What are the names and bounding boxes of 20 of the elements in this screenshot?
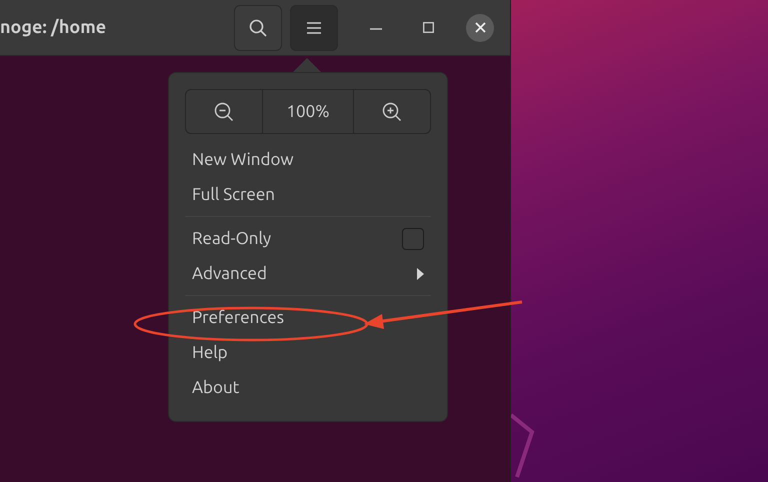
menu-button[interactable] — [290, 4, 338, 50]
zoom-out-icon — [214, 102, 234, 122]
menu-item[interactable]: Advanced — [192, 260, 267, 286]
menu-item[interactable]: About — [185, 370, 431, 405]
close-icon — [474, 22, 486, 33]
window-title: noge: /home — [0, 16, 106, 39]
checkbox[interactable] — [402, 228, 424, 250]
menu-item[interactable]: Read-Only — [192, 226, 272, 252]
menu-item[interactable]: New Window — [185, 142, 431, 177]
submenu-arrow-icon — [417, 268, 424, 280]
search-icon — [249, 18, 267, 36]
close-button[interactable] — [466, 14, 494, 42]
zoom-in-icon — [382, 102, 402, 122]
maximize-icon — [422, 22, 434, 33]
menu-item[interactable]: Full Screen — [185, 177, 431, 212]
menu-icon — [307, 22, 321, 34]
search-button[interactable] — [234, 4, 282, 50]
minimize-icon — [370, 26, 382, 30]
menu-item[interactable]: Help — [185, 335, 431, 370]
menu-item[interactable]: Preferences — [185, 300, 431, 335]
